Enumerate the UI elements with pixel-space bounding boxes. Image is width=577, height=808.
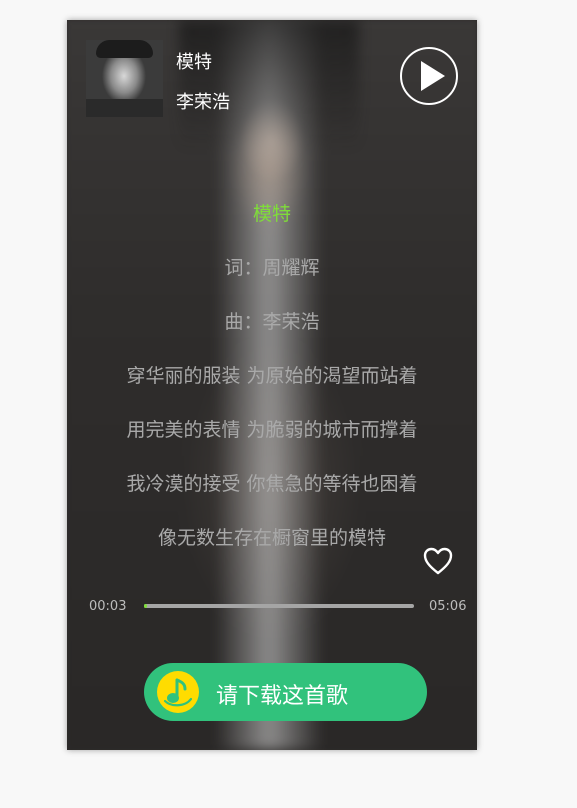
lyric-line: 像无数生存在橱窗里的模特	[157, 527, 386, 549]
play-button[interactable]	[400, 47, 458, 105]
lyric-line: 我冷漠的接受 你焦急的等待也困着	[126, 473, 418, 495]
lyric-line: 词：周耀辉	[224, 257, 320, 279]
album-cover	[86, 40, 163, 117]
download-button-label: 请下载这首歌	[216, 684, 349, 709]
lyric-line: 穿华丽的服装 为原始的渴望而站着	[126, 365, 418, 387]
qq-music-logo-icon	[157, 671, 199, 713]
progress-bar[interactable]	[144, 604, 414, 608]
progress-fill	[144, 604, 147, 608]
download-song-button[interactable]: 请下载这首歌	[144, 663, 427, 721]
music-player-card: 模特 李荣浩 模特词：周耀辉曲：李荣浩穿华丽的服装 为原始的渴望而站着 用完美的表…	[67, 20, 477, 750]
lyrics-panel: 模特词：周耀辉曲：李荣浩穿华丽的服装 为原始的渴望而站着 用完美的表情 为脆弱的城…	[67, 200, 477, 578]
lyric-line: 曲：李荣浩	[224, 311, 320, 333]
lyric-line: 用完美的表情 为脆弱的城市而撑着	[126, 419, 418, 441]
heart-icon[interactable]	[423, 547, 453, 575]
current-time: 00:03	[89, 599, 127, 614]
lyric-line: 模特	[252, 203, 291, 225]
total-time: 05:06	[429, 599, 467, 614]
song-title: 模特	[176, 52, 212, 73]
play-icon	[421, 61, 445, 91]
song-artist: 李荣浩	[176, 92, 230, 113]
